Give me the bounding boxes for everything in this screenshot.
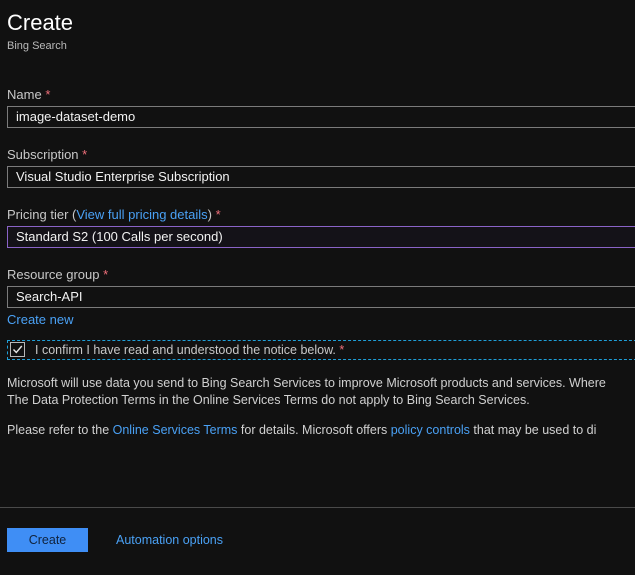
required-marker: *	[103, 267, 109, 282]
resource-group-label-text: Resource group	[7, 267, 100, 282]
confirm-label-text: I confirm I have read and understood the…	[35, 343, 336, 357]
page-subtitle: Bing Search	[7, 40, 67, 52]
notice-line-3-suffix: that may be used to di	[469, 423, 597, 437]
name-input[interactable]: image-dataset-demo	[7, 106, 635, 128]
pricing-label-prefix: Pricing tier (	[7, 207, 77, 222]
name-label: Name *	[7, 87, 50, 102]
policy-controls-link[interactable]: policy controls	[391, 423, 470, 437]
view-pricing-details-link[interactable]: View full pricing details	[76, 207, 207, 222]
subscription-label: Subscription *	[7, 147, 87, 162]
notice-line-3-mid: for details. Microsoft offers	[237, 423, 391, 437]
confirm-label: I confirm I have read and understood the…	[35, 343, 344, 357]
required-marker: *	[215, 207, 221, 222]
create-new-resource-group-link[interactable]: Create new	[7, 312, 73, 327]
notice-line-3: Please refer to the Online Services Term…	[7, 422, 596, 439]
confirm-notice-row[interactable]: I confirm I have read and understood the…	[7, 340, 635, 360]
subscription-label-text: Subscription	[7, 147, 79, 162]
name-label-text: Name	[7, 87, 42, 102]
notice-line-2: The Data Protection Terms in the Online …	[7, 393, 530, 407]
notice-line-1: Microsoft will use data you send to Bing…	[7, 376, 606, 390]
page-title: Create	[7, 10, 74, 35]
required-marker: *	[82, 147, 88, 162]
pricing-tier-label: Pricing tier (View full pricing details)…	[7, 207, 221, 222]
online-services-terms-link[interactable]: Online Services Terms	[113, 423, 238, 437]
create-blade: Create Bing Search Name * image-dataset-…	[0, 0, 635, 575]
resource-group-label: Resource group *	[7, 267, 108, 282]
footer-divider	[0, 507, 635, 508]
notice-line-3-prefix: Please refer to the	[7, 423, 113, 437]
resource-group-select[interactable]: Search-API	[7, 286, 635, 308]
required-marker: *	[339, 343, 345, 357]
pricing-label-suffix: )	[207, 207, 212, 222]
required-marker: *	[45, 87, 51, 102]
confirm-checkbox[interactable]	[10, 342, 25, 357]
automation-options-link[interactable]: Automation options	[116, 533, 223, 547]
create-button[interactable]: Create	[7, 528, 88, 552]
checkmark-icon	[12, 345, 23, 354]
pricing-tier-select[interactable]: Standard S2 (100 Calls per second)	[7, 226, 635, 248]
subscription-select[interactable]: Visual Studio Enterprise Subscription	[7, 166, 635, 188]
